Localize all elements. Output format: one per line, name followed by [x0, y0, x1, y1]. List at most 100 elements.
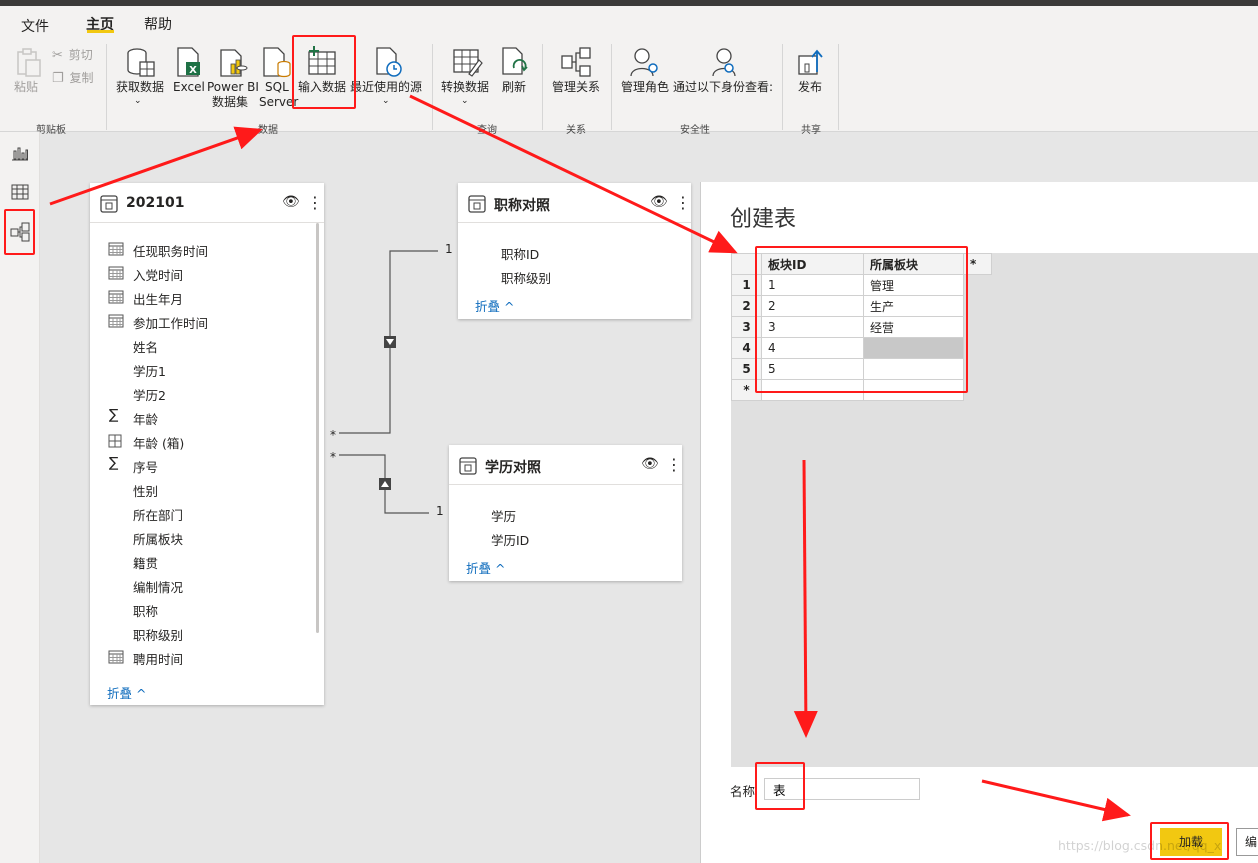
table-icon: [100, 195, 118, 213]
grid-spacer: [963, 316, 992, 338]
more-options-icon[interactable]: ⋮: [307, 193, 323, 212]
grid-spacer: [963, 295, 992, 317]
field-item[interactable]: 所在部门: [133, 505, 183, 524]
row-number: 3: [731, 316, 762, 338]
visibility-eye-icon[interactable]: 👁: [650, 194, 668, 210]
powerbi-dataset-button[interactable]: Power BI 数据集: [207, 46, 259, 112]
grid-cell[interactable]: 1: [761, 274, 864, 296]
grid-cell[interactable]: [863, 337, 964, 359]
copy-button[interactable]: ❐ 复制: [52, 71, 94, 86]
visibility-eye-icon[interactable]: 👁: [641, 456, 659, 472]
field-item[interactable]: 籍贯: [133, 553, 158, 572]
refresh-button[interactable]: 刷新: [498, 46, 530, 102]
view-as-button[interactable]: 通过以下身份查看:: [672, 46, 776, 102]
visibility-eye-icon[interactable]: 👁: [282, 194, 300, 210]
collapse-link[interactable]: 折叠 ^: [107, 683, 146, 702]
field-item[interactable]: 所属板块: [133, 529, 183, 548]
enter-data-label: 输入数据: [298, 80, 347, 94]
field-item[interactable]: 参加工作时间: [133, 313, 208, 332]
scrollbar[interactable]: [316, 223, 319, 633]
manage-relationships-button[interactable]: 管理关系: [550, 46, 602, 102]
report-view-icon[interactable]: [11, 145, 29, 161]
table-title: 学历对照: [485, 460, 541, 476]
grid-row: 55: [731, 358, 992, 380]
active-tab-indicator: [87, 30, 114, 33]
grid-cell[interactable]: [863, 358, 964, 380]
excel-button[interactable]: X Excel: [170, 46, 205, 102]
collapse-link[interactable]: 折叠 ^: [466, 558, 505, 577]
edit-button[interactable]: 编: [1236, 828, 1258, 856]
model-view-icon[interactable]: [10, 222, 30, 242]
grid-cell[interactable]: 经营: [863, 316, 964, 338]
tab-help[interactable]: 帮助: [144, 14, 172, 34]
data-view-icon[interactable]: [11, 184, 29, 200]
field-item[interactable]: 职称级别: [501, 268, 551, 287]
table-icon: [468, 195, 486, 213]
table-card-202101[interactable]: 202101 👁 ⋮ 任现职务时间 入党时间 出生年月 参加工作时间 姓名 学历1 学历2 ∑…: [90, 183, 324, 705]
grid-spacer: [963, 379, 992, 401]
field-item[interactable]: 姓名: [133, 337, 158, 356]
field-item[interactable]: 入党时间: [133, 265, 183, 284]
more-options-icon[interactable]: ⋮: [666, 455, 682, 474]
grid-cell[interactable]: 生产: [863, 295, 964, 317]
get-data-button[interactable]: 获取数据 ⌄: [114, 46, 166, 112]
field-item[interactable]: 职称: [133, 601, 158, 620]
field-item[interactable]: 职称级别: [133, 625, 183, 644]
copy-label: 复制: [69, 71, 94, 85]
add-column-header[interactable]: *: [963, 253, 992, 275]
column-header[interactable]: 所属板块: [863, 253, 964, 275]
grid-cell[interactable]: [863, 379, 964, 401]
sql-server-button[interactable]: SQL Server: [258, 46, 298, 112]
sigma-icon: ∑: [109, 407, 119, 423]
field-item[interactable]: 编制情况: [133, 577, 183, 596]
ribbon-separator: [611, 44, 612, 130]
field-item[interactable]: 性别: [133, 481, 158, 500]
table-name-input[interactable]: [764, 778, 920, 800]
paste-button[interactable]: 粘贴: [12, 46, 44, 102]
publish-button[interactable]: 发布: [795, 46, 827, 102]
grid-cell[interactable]: 2: [761, 295, 864, 317]
manage-roles-button[interactable]: 管理角色: [619, 46, 671, 102]
transform-data-button[interactable]: 转换数据 ⌄: [441, 46, 493, 112]
calendar-icon: [108, 650, 124, 664]
relationships-icon: [561, 47, 591, 77]
grid-cell[interactable]: 4: [761, 337, 864, 359]
view-as-label: 通过以下身份查看:: [673, 80, 774, 94]
collapse-link[interactable]: 折叠 ^: [475, 296, 514, 315]
field-item[interactable]: 年龄: [133, 409, 158, 428]
recent-sources-button[interactable]: 最近使用的源 ⌄: [350, 46, 426, 112]
grid-cell[interactable]: [761, 379, 864, 401]
ribbon-tab-strip: [0, 6, 1258, 40]
card-divider: [458, 222, 691, 223]
grid-cell[interactable]: 5: [761, 358, 864, 380]
publish-icon: [798, 49, 823, 75]
field-item[interactable]: 出生年月: [133, 289, 183, 308]
tab-file[interactable]: 文件: [21, 16, 49, 36]
bins-icon: [108, 434, 122, 448]
field-item[interactable]: 学历ID: [491, 530, 529, 549]
database-icon: [127, 48, 155, 77]
enter-data-button[interactable]: 输入数据: [296, 46, 352, 102]
row-number: 4: [731, 337, 762, 359]
field-item[interactable]: 聘用时间: [133, 649, 183, 668]
grid-cell[interactable]: 管理: [863, 274, 964, 296]
sql-server-icon: [263, 47, 291, 78]
field-item[interactable]: 年龄 (箱): [133, 433, 184, 452]
field-item[interactable]: 学历: [491, 506, 516, 525]
get-data-label: 获取数据: [115, 80, 164, 94]
field-item[interactable]: 职称ID: [501, 244, 539, 263]
more-options-icon[interactable]: ⋮: [675, 193, 691, 212]
grid-cell[interactable]: 3: [761, 316, 864, 338]
data-grid[interactable]: 板块ID 所属板块 * 1 1 管理 2 2 生产 3 3 经营 4 4 5 5 *: [731, 253, 992, 401]
cardinality-one: 1: [445, 242, 453, 256]
field-item[interactable]: 学历1: [133, 361, 166, 380]
field-item[interactable]: 学历2: [133, 385, 166, 404]
paste-icon: [17, 48, 41, 77]
field-item[interactable]: 序号: [133, 457, 158, 476]
table-card-title-map[interactable]: 职称对照 👁 ⋮ 职称ID 职称级别 折叠 ^: [458, 183, 691, 319]
table-card-edu-map[interactable]: 学历对照 👁 ⋮ 学历 学历ID 折叠 ^: [449, 445, 682, 581]
grid-spacer: [963, 274, 992, 296]
field-item[interactable]: 任现职务时间: [133, 241, 208, 260]
column-header[interactable]: 板块ID: [761, 253, 864, 275]
cut-button[interactable]: ✂ 剪切: [52, 48, 93, 63]
